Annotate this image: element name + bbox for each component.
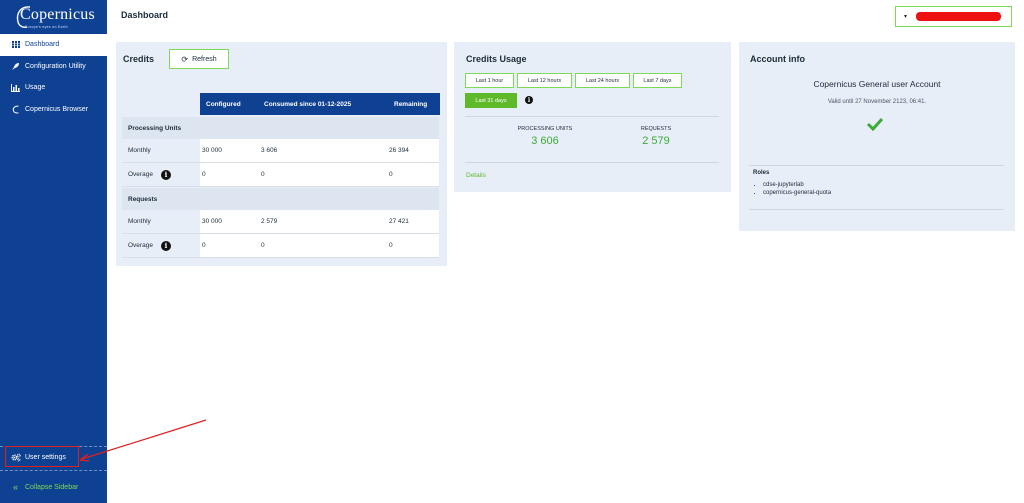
divider — [465, 116, 719, 117]
user-settings-button[interactable]: User settings — [0, 446, 107, 468]
account-valid-until: Valid until 27 November 2123, 06:41. — [827, 99, 927, 105]
sidebar-item-dashboard[interactable]: Dashboard — [0, 34, 107, 56]
refresh-button[interactable]: ⟳ Refresh — [169, 49, 229, 69]
credits-card: Credits ⟳ Refresh Configured Consumed si… — [116, 42, 447, 266]
table-group-row: Processing Units — [122, 117, 439, 139]
credits-usage-card: Credits Usage Last 1 hour Last 12 hours … — [454, 42, 731, 192]
divider — [749, 209, 1004, 210]
row-label-text: Overage — [128, 242, 153, 249]
sidebar: Copernicus Europe's eyes on Earth Dashbo… — [0, 0, 107, 503]
range-button-last-1-hour[interactable]: Last 1 hour — [465, 73, 514, 88]
range-button-last-7-days[interactable]: Last 7 days — [633, 73, 682, 88]
processing-units-label: PROCESSING UNITS — [517, 126, 573, 132]
cell-configured: 30 000 — [202, 147, 222, 154]
info-icon[interactable]: i — [160, 240, 171, 251]
cell-consumed: 2 579 — [261, 218, 278, 225]
credits-usage-title: Credits Usage — [466, 54, 527, 64]
cell-remaining: 26 394 — [389, 147, 409, 154]
requests-label: REQUESTS — [640, 126, 672, 132]
group-label: Requests — [128, 195, 158, 203]
roles-title: Roles — [753, 170, 770, 176]
redacted-username — [916, 12, 1001, 21]
row-label: Monthly — [122, 139, 200, 162]
refresh-icon: ⟳ — [181, 54, 189, 64]
row-label-text: Overage — [128, 171, 153, 178]
sidebar-item-label: Copernicus Browser — [25, 105, 89, 113]
cell-remaining: 0 — [389, 242, 393, 249]
bar-chart-icon — [10, 83, 21, 93]
account-info-title: Account info — [750, 54, 805, 64]
info-icon[interactable]: i — [525, 96, 533, 104]
role-item: copernicus-general-quota — [763, 190, 831, 196]
cell-configured: 0 — [202, 171, 206, 178]
table-row: Overage i 0 0 0 — [122, 163, 439, 187]
collapse-sidebar-button[interactable]: « Collapse Sidebar — [0, 470, 107, 503]
divider — [749, 165, 1004, 166]
sidebar-nav: Dashboard Configuration Utility Usage Co… — [0, 34, 107, 120]
cell-remaining: 0 — [389, 171, 393, 178]
grid-icon — [10, 40, 21, 50]
requests-value: 2 579 — [642, 135, 670, 147]
processing-units-value: 3 606 — [531, 135, 559, 147]
roles-list: cdse-jupyterlab copernicus-general-quota — [763, 182, 831, 198]
sidebar-item-label: Configuration Utility — [25, 62, 86, 70]
double-chevron-left-icon: « — [12, 482, 18, 492]
cell-consumed: 3 606 — [261, 147, 278, 154]
copernicus-c-icon — [10, 104, 21, 114]
sidebar-item-label: Usage — [25, 84, 46, 92]
cell-consumed: 0 — [261, 242, 265, 249]
credits-title: Credits — [123, 54, 155, 64]
table-row: Overage i 0 0 0 — [122, 234, 439, 258]
sidebar-item-configuration-utility[interactable]: Configuration Utility — [0, 56, 107, 78]
row-label: Overage i — [122, 163, 200, 186]
role-item: cdse-jupyterlab — [763, 182, 831, 188]
user-settings-label: User settings — [25, 454, 66, 461]
refresh-label: Refresh — [192, 55, 217, 63]
table-group-row: Requests — [122, 188, 439, 210]
column-header: Configured — [206, 101, 241, 108]
account-info-card: Account info Copernicus General user Acc… — [739, 42, 1015, 172]
cell-consumed: 0 — [261, 171, 265, 178]
range-button-last-24-hours[interactable]: Last 24 hours — [575, 73, 630, 88]
user-menu-dropdown[interactable]: ▾ — [895, 6, 1012, 27]
rocket-icon — [10, 61, 21, 71]
row-label: Monthly — [122, 210, 200, 233]
table-row: Monthly 30 000 3 606 26 394 — [122, 139, 439, 163]
chevron-down-icon: ▾ — [904, 14, 908, 20]
table-header: Configured Consumed since 01-12-2025 Rem… — [200, 93, 440, 115]
divider — [465, 162, 719, 163]
gears-icon — [10, 453, 21, 463]
checkmark-icon — [866, 117, 884, 131]
account-name: Copernicus General user Account — [813, 79, 941, 89]
logo-tagline: Europe's eyes on Earth — [25, 25, 68, 29]
sidebar-item-usage[interactable]: Usage — [0, 77, 107, 99]
cell-configured: 0 — [202, 242, 206, 249]
column-header: Remaining — [394, 101, 428, 108]
sidebar-item-label: Dashboard — [25, 41, 60, 49]
column-header: Consumed since 01-12-2025 — [264, 101, 352, 108]
details-link[interactable]: Details — [466, 172, 486, 179]
range-button-last-12-hours[interactable]: Last 12 hours — [517, 73, 572, 88]
collapse-sidebar-label: Collapse Sidebar — [25, 483, 79, 491]
sidebar-item-copernicus-browser[interactable]: Copernicus Browser — [0, 99, 107, 121]
cell-remaining: 27 421 — [389, 218, 409, 225]
copernicus-logo[interactable]: Copernicus Europe's eyes on Earth — [0, 0, 107, 34]
roles-card: Roles cdse-jupyterlab copernicus-general… — [739, 155, 1015, 231]
logo-text: Copernicus — [20, 6, 95, 23]
group-label: Processing Units — [128, 124, 182, 132]
row-label: Overage i — [122, 234, 200, 257]
info-icon[interactable]: i — [160, 169, 171, 180]
cell-configured: 30 000 — [202, 218, 222, 225]
range-button-last-31-days[interactable]: Last 31 days — [465, 93, 517, 108]
page-title: Dashboard — [121, 10, 169, 20]
table-row: Monthly 30 000 2 579 27 421 — [122, 210, 439, 234]
